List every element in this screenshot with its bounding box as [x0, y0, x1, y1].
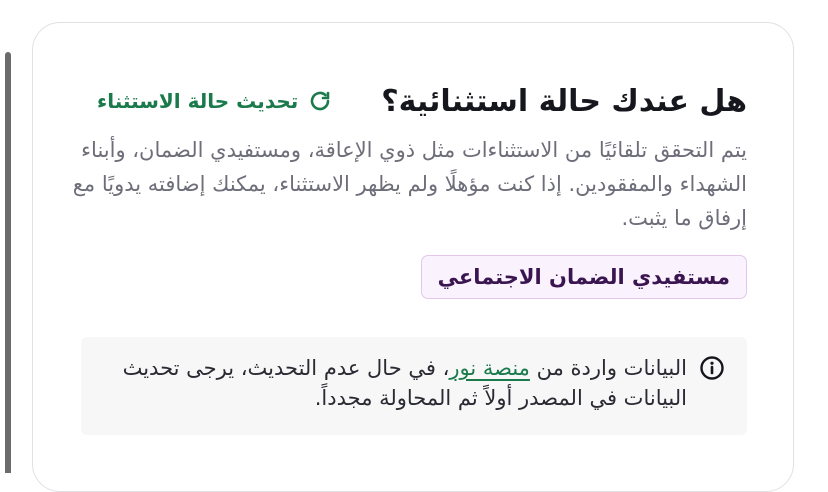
- section-description: يتم التحقق تلقائيًا من الاستثناءات مثل ذ…: [72, 138, 747, 230]
- info-text-before: البيانات واردة من: [529, 356, 687, 380]
- info-icon: [699, 355, 725, 381]
- info-text: البيانات واردة من منصة نور، في حال عدم ا…: [103, 353, 687, 413]
- refresh-icon: [308, 89, 332, 113]
- info-notice: البيانات واردة من منصة نور، في حال عدم ا…: [81, 337, 747, 435]
- noor-platform-link[interactable]: منصة نور: [449, 356, 530, 380]
- refresh-label: تحديث حالة الاستثناء: [97, 89, 299, 113]
- exception-badge: مستفيدي الضمان الاجتماعي: [420, 255, 747, 299]
- section-title: هل عندك حالة استثنائية؟: [381, 83, 747, 119]
- refresh-exception-button[interactable]: تحديث حالة الاستثناء: [97, 89, 332, 113]
- scrollbar[interactable]: [5, 52, 11, 473]
- card-header: هل عندك حالة استثنائية؟ تحديث حالة الاست…: [97, 79, 747, 123]
- exception-status-card: هل عندك حالة استثنائية؟ تحديث حالة الاست…: [32, 22, 794, 492]
